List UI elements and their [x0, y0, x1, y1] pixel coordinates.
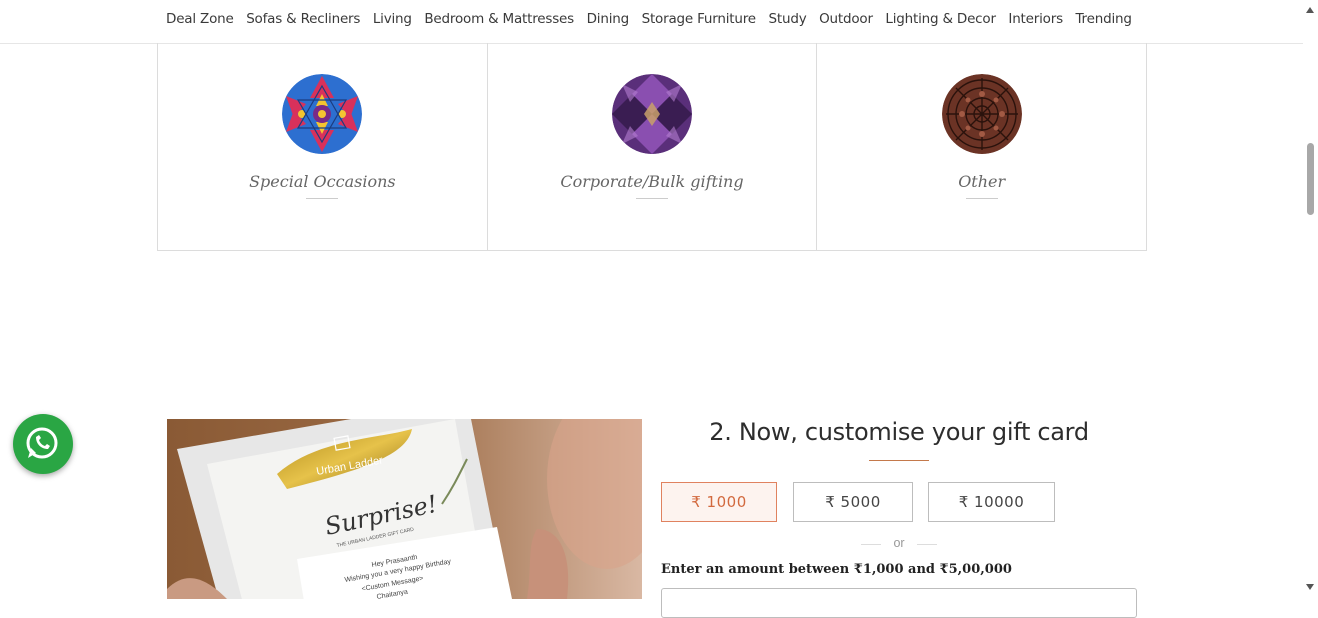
nav-item-sofas-recliners[interactable]: Sofas & Recliners: [246, 11, 360, 27]
scrollbar-thumb[interactable]: [1307, 143, 1314, 215]
gift-card-preview-image: Urban Ladder Surprise! THE URBAN LADDER …: [167, 419, 642, 599]
nav-menu: Deal Zone Sofas & Recliners Living Bedro…: [166, 11, 1144, 27]
occasion-label: Special Occasions: [249, 172, 396, 191]
amount-option-5000[interactable]: ₹ 5000: [793, 482, 913, 522]
nav-item-lighting-decor[interactable]: Lighting & Decor: [885, 11, 996, 27]
whatsapp-icon: [26, 427, 58, 459]
nav-item-bedroom-mattresses[interactable]: Bedroom & Mattresses: [424, 11, 574, 27]
nav-item-dining[interactable]: Dining: [587, 11, 630, 27]
kaleidoscope-brown-icon: [941, 74, 1022, 154]
occasion-label: Other: [958, 172, 1006, 191]
nav-item-trending[interactable]: Trending: [1076, 11, 1132, 27]
divider: [965, 198, 998, 199]
occasion-card-corporate[interactable]: Corporate/Bulk gifting: [488, 43, 818, 250]
customise-heading: 2. Now, customise your gift card: [709, 418, 1089, 446]
occasion-card-other[interactable]: Other: [817, 43, 1146, 250]
nav-item-deal-zone[interactable]: Deal Zone: [166, 11, 234, 27]
nav-item-interiors[interactable]: Interiors: [1008, 11, 1063, 27]
occasion-card-special[interactable]: Special Occasions: [158, 43, 488, 250]
occasion-cards: Special Occasions Corporate/Bulk gifting…: [157, 43, 1147, 251]
scroll-up-arrow-icon[interactable]: [1306, 7, 1314, 13]
kaleidoscope-blue-icon: [282, 74, 363, 154]
whatsapp-button[interactable]: [13, 414, 73, 474]
top-nav: Deal Zone Sofas & Recliners Living Bedro…: [0, 0, 1303, 44]
nav-item-living[interactable]: Living: [373, 11, 412, 27]
page-scrollbar[interactable]: [1303, 0, 1318, 599]
heading-underline: [869, 460, 929, 461]
occasion-label: Corporate/Bulk gifting: [560, 172, 744, 191]
amount-option-1000[interactable]: ₹ 1000: [661, 482, 777, 522]
divider: [306, 198, 339, 199]
nav-item-storage-furniture[interactable]: Storage Furniture: [642, 11, 757, 27]
kaleidoscope-purple-icon: [612, 74, 692, 154]
nav-item-study[interactable]: Study: [769, 11, 807, 27]
scroll-down-arrow-icon[interactable]: [1306, 584, 1314, 590]
nav-item-outdoor[interactable]: Outdoor: [819, 11, 873, 27]
or-separator: or: [861, 536, 937, 550]
amount-range-hint: Enter an amount between ₹1,000 and ₹5,00…: [661, 562, 1012, 577]
custom-amount-input[interactable]: [661, 588, 1137, 618]
divider: [636, 198, 668, 199]
amount-option-10000[interactable]: ₹ 10000: [928, 482, 1055, 522]
